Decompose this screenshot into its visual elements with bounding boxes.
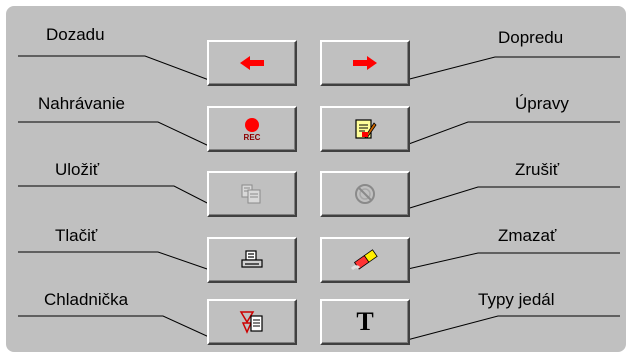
record-dot-icon <box>244 117 259 132</box>
label-edit: Úpravy <box>515 94 569 113</box>
back-button[interactable] <box>207 40 297 86</box>
record-button[interactable]: REC <box>207 106 297 152</box>
print-button[interactable] <box>207 237 297 283</box>
fridge-filter-icon <box>239 311 263 334</box>
record-icon: REC <box>243 117 261 142</box>
record-icon-text: REC <box>243 132 261 142</box>
label-save: Uložiť <box>55 160 100 179</box>
label-cancel: Zrušiť <box>515 160 560 179</box>
text-t-icon: T <box>356 307 374 336</box>
arrow-right-icon <box>353 56 377 70</box>
arrow-left-icon <box>240 56 264 70</box>
label-back: Dozadu <box>46 25 105 44</box>
label-forward: Dopredu <box>498 28 564 47</box>
delete-button[interactable] <box>320 237 410 283</box>
cancel-icon <box>355 184 375 204</box>
label-dish-types: Typy jedál <box>478 290 555 309</box>
label-print: Tlačiť <box>55 226 98 245</box>
edit-button[interactable] <box>320 106 410 152</box>
save-icon <box>241 184 261 204</box>
forward-button[interactable] <box>320 40 410 86</box>
label-fridge: Chladnička <box>44 290 129 309</box>
save-button[interactable] <box>207 171 297 217</box>
dish-types-button[interactable]: T <box>320 299 410 345</box>
label-delete: Zmazať <box>498 226 557 245</box>
edit-document-icon <box>355 119 377 139</box>
cancel-button[interactable] <box>320 171 410 217</box>
eraser-icon <box>350 249 378 271</box>
printer-icon <box>241 250 263 268</box>
fridge-button[interactable] <box>207 299 297 345</box>
label-record: Nahrávanie <box>38 94 125 113</box>
